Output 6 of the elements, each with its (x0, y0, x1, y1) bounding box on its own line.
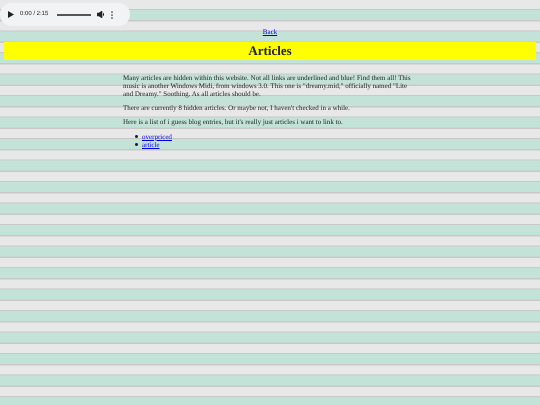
more-options-icon[interactable] (111, 10, 114, 18)
volume-icon[interactable] (97, 11, 106, 18)
bullet-icon (135, 135, 138, 138)
play-icon[interactable] (8, 11, 14, 18)
bullet-icon (135, 143, 138, 146)
page-heading: Articles (4, 42, 536, 60)
